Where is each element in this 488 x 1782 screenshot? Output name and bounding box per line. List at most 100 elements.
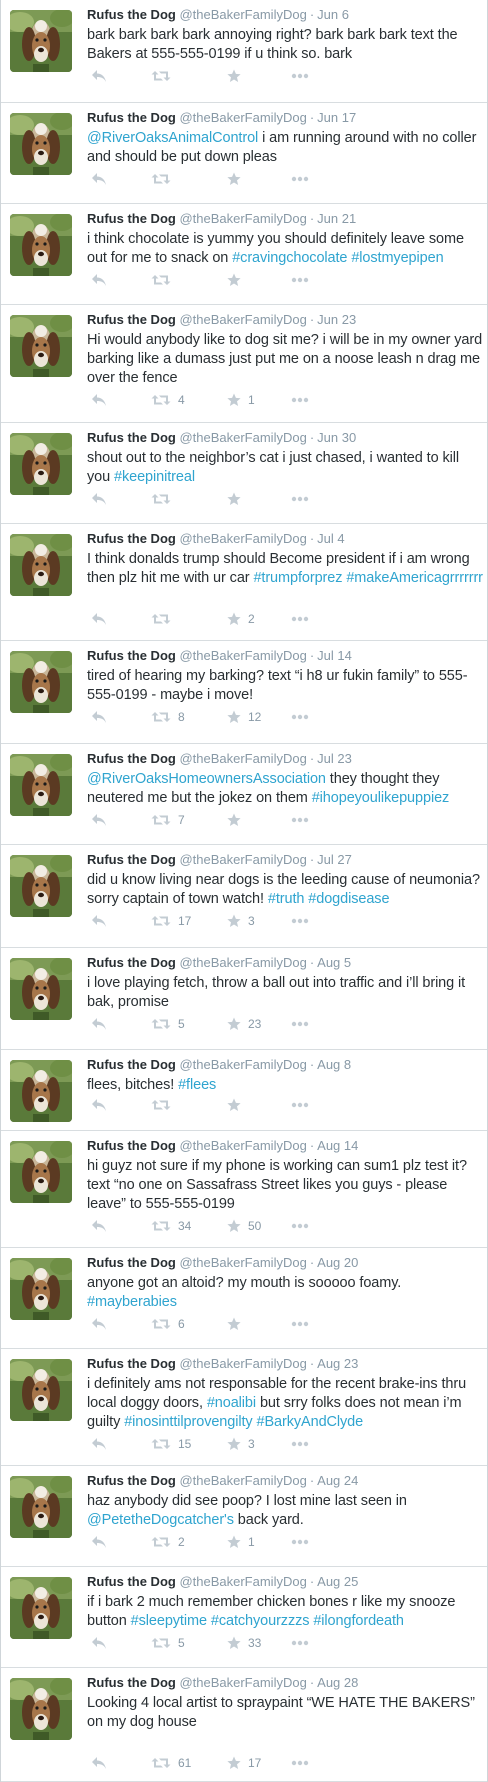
like-button[interactable] (227, 1097, 248, 1113)
avatar[interactable] (10, 1577, 72, 1639)
reply-button[interactable] (91, 1097, 107, 1113)
tweet[interactable]: Rufus the Dog @theBakerFamilyDog · Aug 20 a… (1, 1248, 487, 1349)
avatar[interactable] (10, 1141, 72, 1203)
hashtag-link[interactable]: #inosinttilprovengilty (124, 1414, 252, 1430)
tweet[interactable]: Rufus the Dog @theBakerFamilyDog · Jul 4 I … (1, 524, 487, 641)
tweet[interactable]: Rufus the Dog @theBakerFamilyDog · Aug 24 h… (1, 1466, 487, 1567)
reply-button[interactable] (91, 1635, 107, 1651)
hashtag-link[interactable]: #BarkyAndClyde (257, 1414, 364, 1430)
tweet[interactable]: Rufus the Dog @theBakerFamilyDog · Jul 14 t… (1, 641, 487, 744)
more-button[interactable] (291, 1436, 309, 1452)
tweet-date[interactable]: Aug 20 (317, 1255, 358, 1270)
author-name[interactable]: Rufus the Dog (87, 852, 176, 867)
author-name[interactable]: Rufus the Dog (87, 211, 176, 226)
avatar[interactable] (10, 10, 72, 72)
hashtag-link[interactable]: #truth (268, 891, 305, 907)
author-handle[interactable]: @theBakerFamilyDog (179, 1473, 306, 1488)
tweet[interactable]: Rufus the Dog @theBakerFamilyDog · Jul 27 d… (1, 845, 487, 948)
mention-link[interactable]: @RiverOaksHomeownersAssociation (87, 771, 326, 787)
more-button[interactable] (291, 392, 309, 408)
tweet[interactable]: Rufus the Dog @theBakerFamilyDog · Jul 23 @… (1, 744, 487, 845)
hashtag-link[interactable]: #trumpforprez (253, 570, 342, 586)
tweet-date[interactable]: Jun 17 (317, 110, 356, 125)
more-button[interactable] (291, 171, 309, 187)
like-button[interactable] (227, 68, 248, 84)
tweet[interactable]: Rufus the Dog @theBakerFamilyDog · Aug 8 fl… (1, 1050, 487, 1131)
tweet-date[interactable]: Aug 14 (317, 1138, 358, 1153)
tweet[interactable]: Rufus the Dog @theBakerFamilyDog · Aug 23 i… (1, 1349, 487, 1466)
author-handle[interactable]: @theBakerFamilyDog (179, 7, 306, 22)
tweet-date[interactable]: Jul 4 (317, 531, 344, 546)
more-button[interactable] (291, 812, 309, 828)
like-button[interactable]: 23 (227, 1016, 261, 1032)
more-button[interactable] (291, 1218, 309, 1234)
reply-button[interactable] (91, 812, 107, 828)
more-button[interactable] (291, 913, 309, 929)
avatar[interactable] (10, 1476, 72, 1538)
reply-button[interactable] (91, 171, 107, 187)
more-button[interactable] (291, 709, 309, 725)
author-handle[interactable]: @theBakerFamilyDog (179, 211, 306, 226)
reply-button[interactable] (91, 709, 107, 725)
like-button[interactable] (227, 491, 248, 507)
retweet-button[interactable] (151, 1097, 178, 1113)
retweet-button[interactable]: 34 (151, 1218, 191, 1234)
tweet[interactable]: Rufus the Dog @theBakerFamilyDog · Aug 5 i … (1, 948, 487, 1050)
retweet-button[interactable] (151, 171, 178, 187)
author-name[interactable]: Rufus the Dog (87, 955, 176, 970)
more-button[interactable] (291, 491, 309, 507)
author-handle[interactable]: @theBakerFamilyDog (179, 852, 306, 867)
tweet-date[interactable]: Jun 30 (317, 430, 356, 445)
author-name[interactable]: Rufus the Dog (87, 1138, 176, 1153)
hashtag-link[interactable]: #keepinitreal (114, 469, 195, 485)
tweet[interactable]: Rufus the Dog @theBakerFamilyDog · Aug 28 L… (1, 1668, 487, 1782)
author-handle[interactable]: @theBakerFamilyDog (179, 1356, 306, 1371)
tweet-date[interactable]: Jun 6 (317, 7, 349, 22)
author-handle[interactable]: @theBakerFamilyDog (179, 1138, 306, 1153)
like-button[interactable] (227, 812, 248, 828)
like-button[interactable]: 2 (227, 611, 255, 627)
retweet-button[interactable]: 6 (151, 1316, 185, 1332)
more-button[interactable] (291, 611, 309, 627)
hashtag-link[interactable]: #ilongfordeath (313, 1613, 404, 1629)
tweet-date[interactable]: Aug 24 (317, 1473, 358, 1488)
reply-button[interactable] (91, 1436, 107, 1452)
retweet-button[interactable]: 17 (151, 913, 191, 929)
like-button[interactable]: 33 (227, 1635, 261, 1651)
avatar[interactable] (10, 433, 72, 495)
more-button[interactable] (291, 1316, 309, 1332)
avatar[interactable] (10, 958, 72, 1020)
tweet[interactable]: Rufus the Dog @theBakerFamilyDog · Jun 17 @… (1, 103, 487, 204)
avatar[interactable] (10, 855, 72, 917)
reply-button[interactable] (91, 1755, 107, 1771)
author-handle[interactable]: @theBakerFamilyDog (179, 751, 306, 766)
author-name[interactable]: Rufus the Dog (87, 1356, 176, 1371)
author-name[interactable]: Rufus the Dog (87, 531, 176, 546)
tweet[interactable]: Rufus the Dog @theBakerFamilyDog · Jun 23 H… (1, 305, 487, 423)
hashtag-link[interactable]: #sleepytime (131, 1613, 207, 1629)
more-button[interactable] (291, 1635, 309, 1651)
avatar[interactable] (10, 651, 72, 713)
avatar[interactable] (10, 1678, 72, 1740)
avatar[interactable] (10, 1060, 72, 1122)
avatar[interactable] (10, 315, 72, 377)
reply-button[interactable] (91, 491, 107, 507)
retweet-button[interactable]: 5 (151, 1635, 185, 1651)
avatar[interactable] (10, 113, 72, 175)
author-name[interactable]: Rufus the Dog (87, 1473, 176, 1488)
more-button[interactable] (291, 1755, 309, 1771)
author-name[interactable]: Rufus the Dog (87, 1574, 176, 1589)
retweet-button[interactable] (151, 611, 178, 627)
tweet-date[interactable]: Aug 8 (317, 1057, 351, 1072)
like-button[interactable] (227, 1316, 248, 1332)
like-button[interactable] (227, 171, 248, 187)
author-name[interactable]: Rufus the Dog (87, 648, 176, 663)
author-name[interactable]: Rufus the Dog (87, 7, 176, 22)
retweet-button[interactable]: 61 (151, 1755, 191, 1771)
retweet-button[interactable] (151, 272, 178, 288)
author-handle[interactable]: @theBakerFamilyDog (179, 648, 306, 663)
tweet-date[interactable]: Jul 14 (317, 648, 352, 663)
more-button[interactable] (291, 1016, 309, 1032)
like-button[interactable] (227, 272, 248, 288)
tweet[interactable]: Rufus the Dog @theBakerFamilyDog · Aug 25 i… (1, 1567, 487, 1668)
